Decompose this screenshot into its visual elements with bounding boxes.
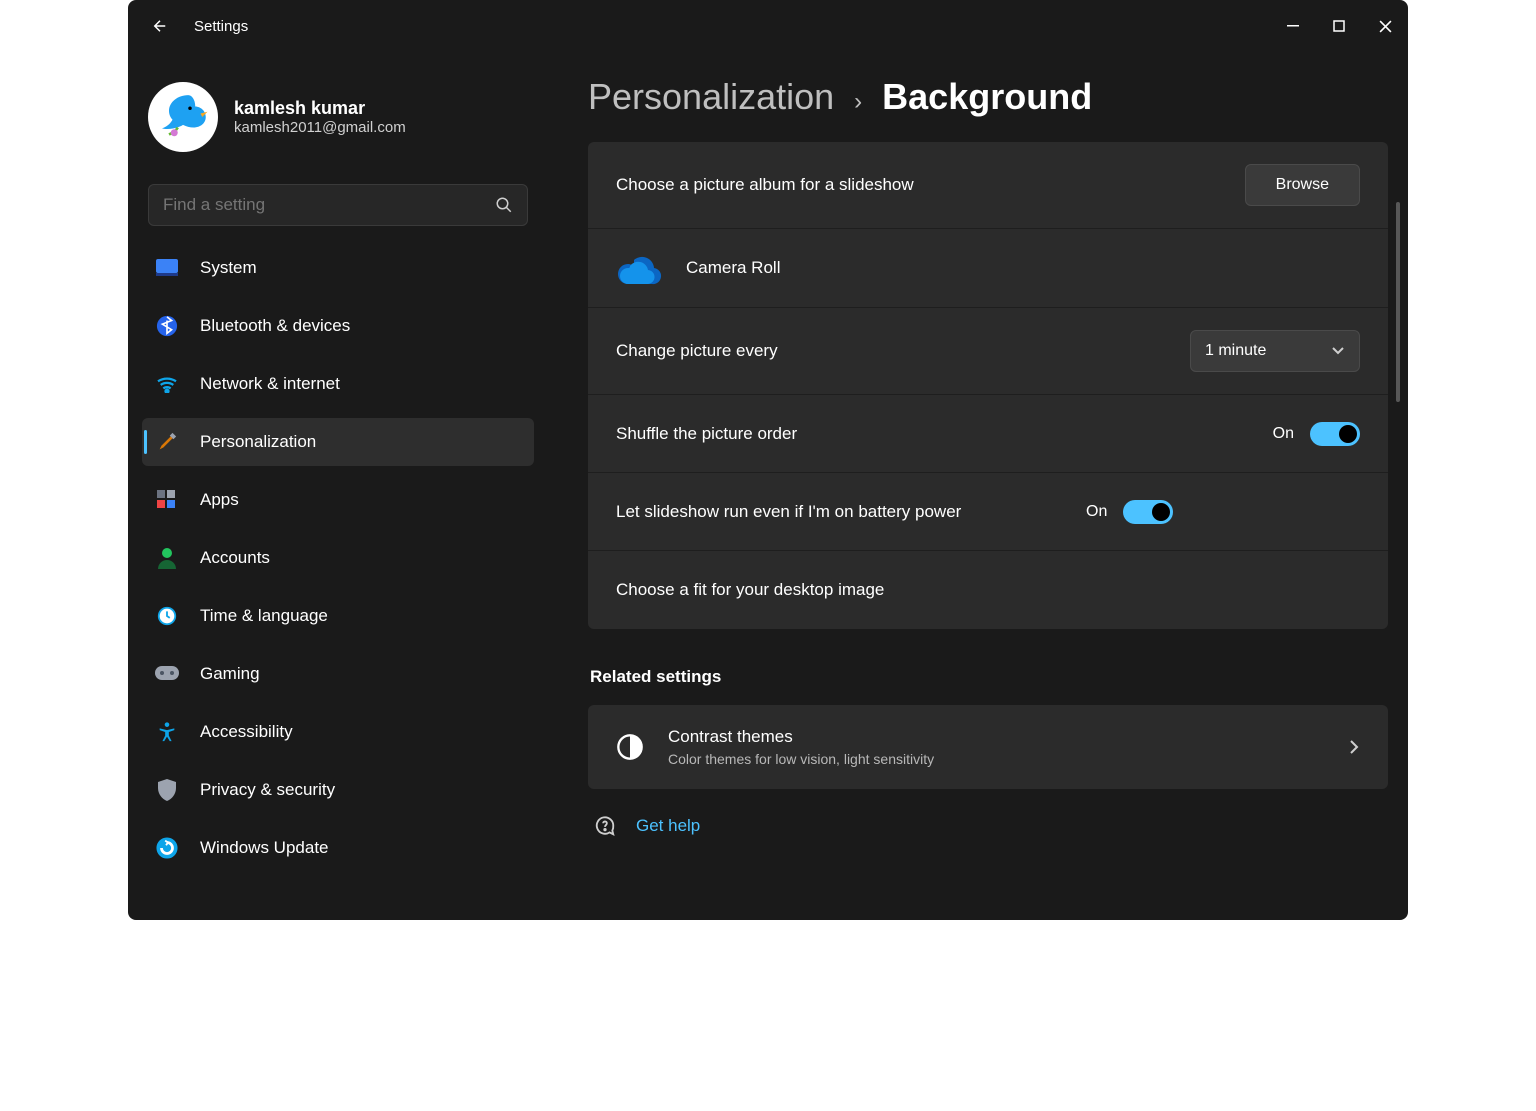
paintbrush-icon [154, 429, 180, 455]
nav-item-label: Gaming [200, 664, 260, 684]
bluetooth-icon [154, 313, 180, 339]
row-label: Choose a fit for your desktop image [616, 580, 1360, 600]
battery-toggle[interactable] [1123, 500, 1173, 524]
search-icon [495, 196, 513, 214]
sidebar: kamlesh kumar kamlesh2011@gmail.com Syst… [128, 52, 548, 920]
onedrive-icon [616, 251, 664, 285]
apps-icon [154, 487, 180, 513]
nav-item-update[interactable]: Windows Update [142, 824, 534, 872]
maximize-button[interactable] [1316, 10, 1362, 42]
help-row: Get help [588, 815, 1388, 837]
nav-item-personalization[interactable]: Personalization [142, 418, 534, 466]
clock-icon [154, 603, 180, 629]
page-title: Background [882, 76, 1092, 118]
nav-item-label: Bluetooth & devices [200, 316, 350, 336]
nav-item-bluetooth[interactable]: Bluetooth & devices [142, 302, 534, 350]
row-change-every: Change picture every 1 minute [588, 308, 1388, 395]
help-icon [594, 815, 616, 837]
row-label: Choose a picture album for a slideshow [616, 175, 1245, 195]
chevron-right-icon [1348, 739, 1360, 755]
row-label: Let slideshow run even if I'm on battery… [616, 502, 1086, 522]
shield-icon [154, 777, 180, 803]
nav-item-label: Privacy & security [200, 780, 335, 800]
toggle-state-label: On [1273, 425, 1294, 443]
row-label: Change picture every [616, 341, 1190, 361]
nav-item-accounts[interactable]: Accounts [142, 534, 534, 582]
row-album: Choose a picture album for a slideshow B… [588, 142, 1388, 229]
minimize-button[interactable] [1270, 10, 1316, 42]
link-title: Contrast themes [668, 727, 1324, 747]
app-title: Settings [194, 18, 248, 35]
nav-item-time[interactable]: Time & language [142, 592, 534, 640]
nav-item-label: Time & language [200, 606, 328, 626]
get-help-link[interactable]: Get help [636, 816, 700, 836]
related-card: Contrast themes Color themes for low vis… [588, 705, 1388, 789]
row-current-album: Camera Roll [588, 229, 1388, 308]
settings-window: Settings kamlesh kuma [128, 0, 1408, 920]
change-every-dropdown[interactable]: 1 minute [1190, 330, 1360, 372]
monitor-icon [154, 255, 180, 281]
current-album-name: Camera Roll [686, 258, 780, 278]
nav-list: System Bluetooth & devices Network & int… [142, 244, 534, 872]
dropdown-value: 1 minute [1205, 342, 1266, 360]
minimize-icon [1287, 20, 1299, 32]
gamepad-icon [154, 661, 180, 687]
link-subtitle: Color themes for low vision, light sensi… [668, 751, 1324, 767]
nav-item-label: Network & internet [200, 374, 340, 394]
toggle-state-label: On [1086, 503, 1107, 521]
slideshow-settings-card: Choose a picture album for a slideshow B… [588, 142, 1388, 629]
nav-item-apps[interactable]: Apps [142, 476, 534, 524]
nav-item-privacy[interactable]: Privacy & security [142, 766, 534, 814]
nav-item-accessibility[interactable]: Accessibility [142, 708, 534, 756]
profile-name: kamlesh kumar [234, 98, 406, 119]
close-icon [1379, 20, 1392, 33]
nav-item-label: Personalization [200, 432, 316, 452]
titlebar: Settings [128, 0, 1408, 52]
related-settings-heading: Related settings [590, 667, 1388, 687]
browse-button[interactable]: Browse [1245, 164, 1360, 206]
avatar [148, 82, 218, 152]
row-label: Shuffle the picture order [616, 424, 1273, 444]
breadcrumb: Personalization › Background [588, 76, 1388, 118]
nav-item-label: Accessibility [200, 722, 293, 742]
wifi-icon [154, 371, 180, 397]
chevron-right-icon: › [854, 88, 862, 116]
search-box[interactable] [148, 184, 528, 226]
update-icon [154, 835, 180, 861]
breadcrumb-parent[interactable]: Personalization [588, 76, 834, 118]
arrow-left-icon [151, 17, 169, 35]
maximize-icon [1333, 20, 1345, 32]
chevron-down-icon [1331, 346, 1345, 356]
nav-item-label: Apps [200, 490, 239, 510]
profile-email: kamlesh2011@gmail.com [234, 119, 406, 136]
nav-item-network[interactable]: Network & internet [142, 360, 534, 408]
main-content: Personalization › Background Choose a pi… [548, 52, 1408, 920]
back-button[interactable] [140, 6, 180, 46]
search-input[interactable] [163, 195, 495, 215]
row-battery: Let slideshow run even if I'm on battery… [588, 473, 1388, 551]
scrollbar[interactable] [1396, 202, 1400, 402]
row-shuffle: Shuffle the picture order On [588, 395, 1388, 473]
close-button[interactable] [1362, 10, 1408, 42]
accessibility-icon [154, 719, 180, 745]
person-icon [154, 545, 180, 571]
nav-item-label: System [200, 258, 257, 278]
nav-item-label: Windows Update [200, 838, 329, 858]
nav-item-label: Accounts [200, 548, 270, 568]
nav-item-gaming[interactable]: Gaming [142, 650, 534, 698]
row-fit: Choose a fit for your desktop image [588, 551, 1388, 629]
nav-item-system[interactable]: System [142, 244, 534, 292]
profile-block[interactable]: kamlesh kumar kamlesh2011@gmail.com [142, 66, 534, 176]
contrast-themes-link[interactable]: Contrast themes Color themes for low vis… [588, 705, 1388, 789]
shuffle-toggle[interactable] [1310, 422, 1360, 446]
contrast-icon [616, 733, 644, 761]
